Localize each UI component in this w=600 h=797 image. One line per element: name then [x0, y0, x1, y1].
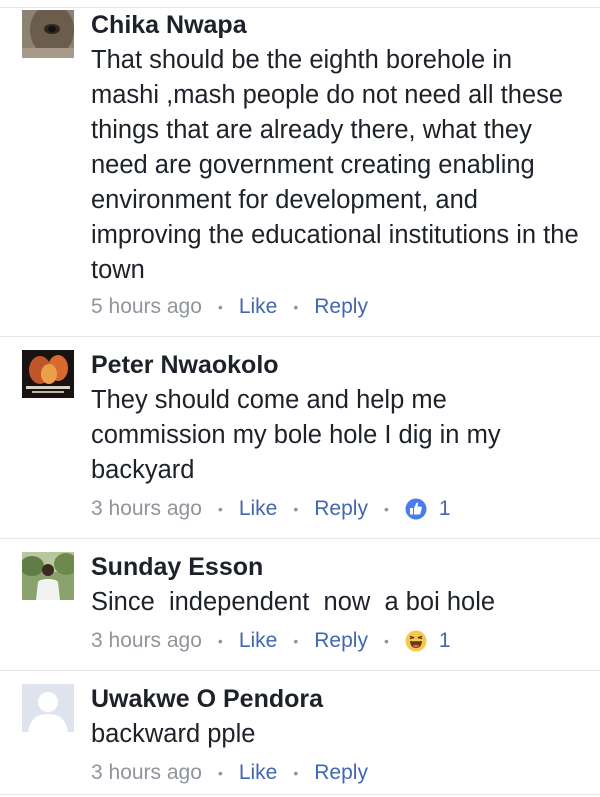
- separator-dot: •: [217, 501, 223, 517]
- avatar[interactable]: [22, 684, 74, 732]
- separator: [0, 670, 600, 671]
- haha-emoji-icon: [405, 630, 427, 652]
- comment-meta: 3 hours ago • Like • Reply: [91, 758, 368, 788]
- reply-button[interactable]: Reply: [314, 497, 368, 521]
- comment-timestamp[interactable]: 5 hours ago: [91, 295, 202, 319]
- separator-dot: •: [217, 765, 223, 781]
- comment-item: Uwakwe O Pendora backward pple 3 hours a…: [0, 684, 600, 794]
- comment-text: They should come and help me commission …: [91, 386, 508, 484]
- reactions[interactable]: 1: [405, 629, 451, 653]
- comment-meta: 3 hours ago • Like • Reply • 1: [91, 494, 451, 524]
- separator-dot: •: [383, 501, 389, 517]
- comment-author[interactable]: Sunday Esson: [91, 552, 263, 582]
- reply-button[interactable]: Reply: [314, 629, 368, 653]
- comment-text: That should be the eighth borehole in ma…: [91, 46, 586, 284]
- reply-button[interactable]: Reply: [314, 295, 368, 319]
- comment-author[interactable]: Chika Nwapa: [91, 10, 247, 40]
- reactions[interactable]: 1: [405, 497, 451, 521]
- separator-bottom: [0, 794, 600, 795]
- separator-dot: •: [217, 633, 223, 649]
- separator-dot: •: [293, 765, 299, 781]
- comment-item: Sunday Esson Since independent now a boi…: [0, 552, 600, 662]
- like-thumb-icon: [405, 498, 427, 520]
- comment-author[interactable]: Peter Nwaokolo: [91, 350, 279, 380]
- separator: [0, 538, 600, 539]
- like-button[interactable]: Like: [239, 295, 278, 319]
- comment-meta: 3 hours ago • Like • Reply • 1: [91, 626, 451, 656]
- like-button[interactable]: Like: [239, 629, 278, 653]
- avatar[interactable]: [22, 350, 74, 398]
- separator: [0, 336, 600, 337]
- comment-timestamp[interactable]: 3 hours ago: [91, 629, 202, 653]
- comment-text: Since independent now a boi hole: [91, 588, 496, 616]
- reaction-count: 1: [438, 629, 451, 652]
- reply-button[interactable]: Reply: [314, 761, 368, 785]
- like-button[interactable]: Like: [239, 761, 278, 785]
- comment-item: Chika Nwapa That should be the eighth bo…: [0, 10, 600, 330]
- separator-dot: •: [217, 299, 223, 315]
- like-button[interactable]: Like: [239, 497, 278, 521]
- separator-dot: •: [383, 633, 389, 649]
- comment-timestamp[interactable]: 3 hours ago: [91, 497, 202, 521]
- separator-dot: •: [293, 501, 299, 517]
- separator-top: [0, 7, 600, 8]
- separator-dot: •: [293, 299, 299, 315]
- avatar[interactable]: [22, 552, 74, 600]
- separator-dot: •: [293, 633, 299, 649]
- comment-text: backward pple: [91, 720, 256, 748]
- comment-item: Peter Nwaokolo They should come and help…: [0, 350, 600, 530]
- comment-author[interactable]: Uwakwe O Pendora: [91, 684, 323, 714]
- comment-timestamp[interactable]: 3 hours ago: [91, 761, 202, 785]
- comment-meta: 5 hours ago • Like • Reply: [91, 292, 368, 322]
- reaction-count: 1: [438, 497, 451, 520]
- avatar[interactable]: [22, 10, 74, 58]
